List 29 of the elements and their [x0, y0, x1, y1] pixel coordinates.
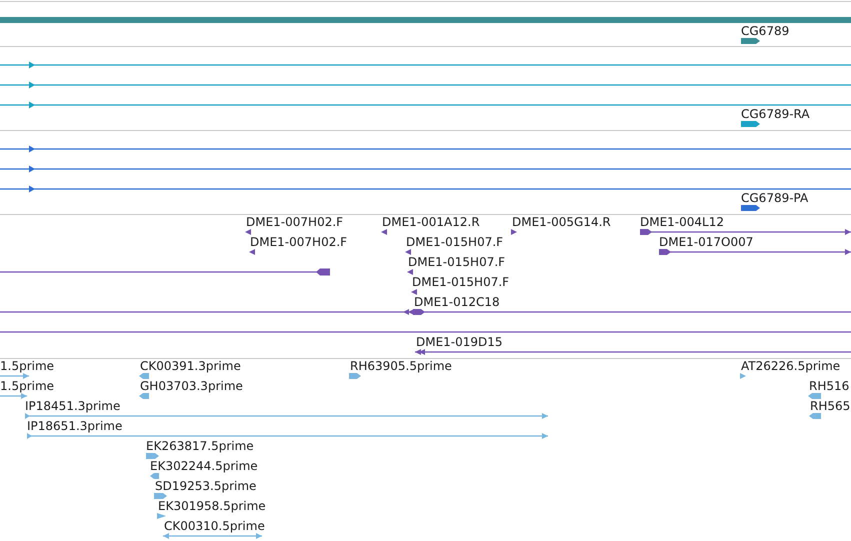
feature-label: CG6789-RA: [741, 107, 810, 121]
feature-label: DME1-007H02.F: [250, 235, 348, 249]
feature-label: SD19253.5prime: [155, 479, 256, 493]
feature-label: DME1-015H07.F: [408, 255, 506, 269]
feature-label: AT26226.5prime: [741, 359, 840, 373]
feature-label: DME1-005G14.R: [512, 215, 611, 229]
feature-label: DME1-007H02.F: [246, 215, 344, 229]
feature-label: CK00391.3prime: [140, 359, 241, 373]
feature-label: GH03703.3prime: [140, 379, 243, 393]
feature-label: RH516: [809, 379, 850, 393]
feature-label: CK00310.5prime: [164, 519, 265, 533]
feature-label: EK302244.5prime: [150, 459, 258, 473]
feature-label: RH565: [810, 399, 850, 413]
feature-label: IP18651.3prime: [27, 419, 122, 433]
feature-label: EK263817.5prime: [146, 439, 254, 453]
feature-label: DME1-001A12.R: [382, 215, 480, 229]
feature-label: EK301958.5prime: [158, 499, 266, 513]
feature-label: IP18451.3prime: [25, 399, 120, 413]
feature-label: 1.5prime: [0, 359, 54, 373]
feature-label: CG6789: [741, 24, 790, 38]
feature-label: DME1-015H07.F: [406, 235, 504, 249]
feature-label: 1.5prime: [0, 379, 54, 393]
feature-label: DME1-015H07.F: [412, 275, 510, 289]
feature-label: DME1-012C18: [414, 295, 500, 309]
feature-label: RH63905.5prime: [350, 359, 452, 373]
feature-label: DME1-004L12: [640, 215, 724, 229]
feature-label: CG6789-PA: [741, 191, 808, 205]
feature-label: DME1-017O007: [659, 235, 754, 249]
feature-label: DME1-019D15: [416, 335, 503, 349]
